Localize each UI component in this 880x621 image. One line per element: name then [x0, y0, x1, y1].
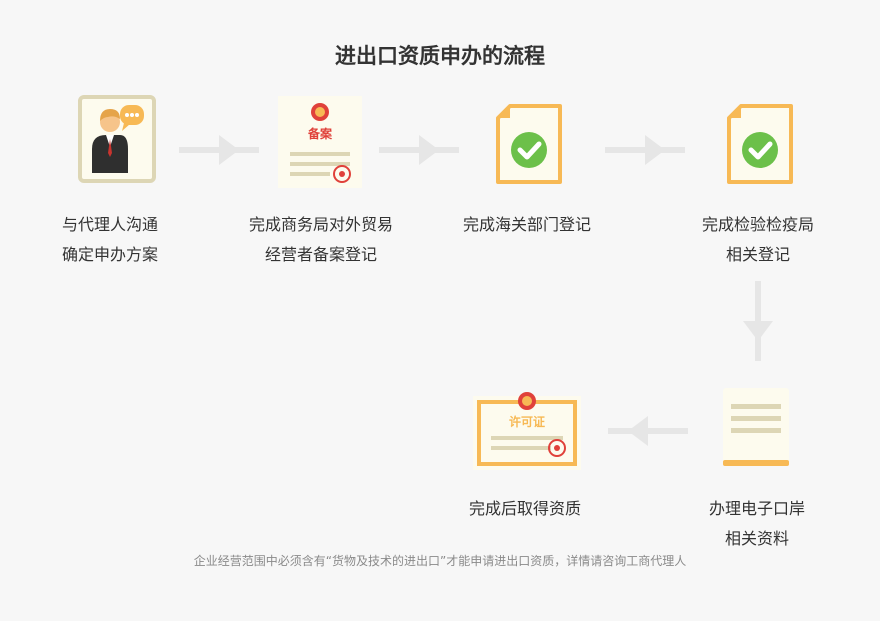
step-label-commerce-filing: 完成商务局对外贸易 经营者备案登记 [221, 210, 421, 270]
arrow-down-icon [743, 281, 773, 361]
step-label-inspection: 完成检验检疫局 相关登记 [658, 210, 858, 270]
arrow-right-icon [605, 135, 685, 165]
step-label-line: 完成商务局对外贸易 [248, 215, 393, 234]
step-label-line: 确定申办方案 [61, 245, 158, 264]
step-label-line: 办理电子口岸 [708, 499, 805, 518]
step-label-agent: 与代理人沟通 确定申办方案 [10, 210, 210, 270]
checked-document-icon [727, 104, 793, 184]
step-label-line: 相关登记 [725, 245, 790, 264]
license-certificate-icon: 许可证 [473, 392, 581, 470]
filing-stamp-text: 备案 [307, 126, 333, 141]
step-label-line: 完成检验检疫局 [701, 215, 814, 234]
arrow-left-icon [608, 416, 688, 446]
step-label-line: 相关资料 [724, 529, 789, 548]
footnote: 企业经营范围中必须含有“货物及技术的进出口”才能申请进出口资质，详情请咨询工商代… [193, 554, 687, 568]
arrow-right-icon [179, 135, 259, 165]
step-label-line: 完成后取得资质 [468, 499, 581, 518]
filing-certificate-icon: 备案 [278, 96, 362, 188]
checked-document-icon [496, 104, 562, 184]
diagram-title: 进出口资质申办的流程 [335, 44, 545, 68]
arrow-right-icon [379, 135, 459, 165]
step-label-e-port: 办理电子口岸 相关资料 [657, 494, 857, 554]
step-label-line: 完成海关部门登记 [462, 215, 591, 234]
license-stamp-text: 许可证 [509, 414, 545, 429]
step-label-line: 与代理人沟通 [61, 215, 158, 234]
step-label-qualification: 完成后取得资质 [425, 494, 625, 524]
document-icon [723, 388, 789, 466]
step-label-customs: 完成海关部门登记 [427, 210, 627, 240]
agent-icon [78, 95, 156, 183]
step-label-line: 经营者备案登记 [264, 245, 377, 264]
